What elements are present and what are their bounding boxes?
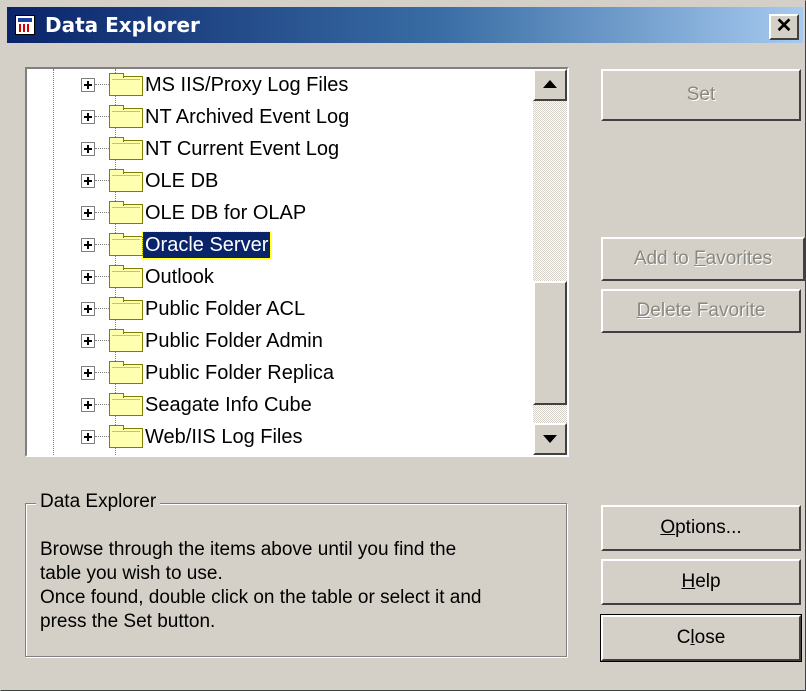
tree-item-label: NT Archived Event Log xyxy=(145,106,350,128)
tree-connector xyxy=(95,212,109,213)
tree-item-label: OLE DB for OLAP xyxy=(145,202,307,224)
tree-connector xyxy=(95,436,109,437)
folder-icon xyxy=(109,393,143,416)
expand-icon[interactable] xyxy=(81,398,95,412)
folder-icon xyxy=(109,297,143,320)
tree-connector xyxy=(95,84,109,85)
arrow-up-icon xyxy=(543,80,557,88)
folder-icon xyxy=(109,105,143,128)
info-text: Browse through the items above until you… xyxy=(40,538,560,634)
data-explorer-dialog: Data Explorer ✕ MS IIS/Proxy Log Files NT… xyxy=(0,0,806,691)
tree-connector xyxy=(95,404,109,405)
data-source-tree[interactable]: MS IIS/Proxy Log Files NT Archived Event … xyxy=(25,67,569,457)
folder-icon xyxy=(109,137,143,160)
tree-item[interactable]: Seagate Info Cube xyxy=(27,389,533,421)
tree-item[interactable]: OLE DB for OLAP xyxy=(27,197,533,229)
options-button[interactable]: Options... xyxy=(601,505,801,551)
help-mnemonic: H xyxy=(681,571,696,592)
tree-item[interactable]: Public Folder Admin xyxy=(27,325,533,357)
tree-connector xyxy=(95,116,109,117)
arrow-down-icon xyxy=(543,435,557,443)
folder-icon xyxy=(109,361,143,384)
expand-icon[interactable] xyxy=(81,206,95,220)
folder-icon xyxy=(109,169,143,192)
expand-icon[interactable] xyxy=(81,110,95,124)
info-line: table you wish to use. xyxy=(40,563,223,584)
tree-item-label: NT Current Event Log xyxy=(145,138,340,160)
tree-connector xyxy=(95,148,109,149)
tree-connector xyxy=(95,276,109,277)
delete-favorite-label: elete Favorite xyxy=(650,300,766,321)
expand-icon[interactable] xyxy=(81,270,95,284)
expand-icon[interactable] xyxy=(81,78,95,92)
close-window-button[interactable]: ✕ xyxy=(769,14,799,40)
expand-icon[interactable] xyxy=(81,366,95,380)
tree-item-label: MS IIS/Proxy Log Files xyxy=(145,74,349,96)
expand-icon[interactable] xyxy=(81,430,95,444)
tree-scrollbar[interactable] xyxy=(533,69,567,455)
tree-item-label: Public Folder Replica xyxy=(145,362,334,384)
tree-item-label: Public Folder Admin xyxy=(145,330,323,352)
close-label-suffix: ose xyxy=(694,627,726,648)
folder-icon xyxy=(109,265,143,288)
set-button[interactable]: Set xyxy=(601,69,801,121)
tree-connector xyxy=(95,244,109,245)
app-icon xyxy=(15,15,35,35)
tree-item[interactable]: MS IIS/Proxy Log Files xyxy=(27,69,533,101)
help-button[interactable]: Help xyxy=(601,559,801,605)
info-line: press the Set button. xyxy=(40,611,216,632)
set-button-label: Set xyxy=(686,84,716,105)
info-group-title: Data Explorer xyxy=(36,490,161,514)
tree-item-label: Public Folder ACL xyxy=(145,298,306,320)
scroll-thumb[interactable] xyxy=(533,281,567,405)
folder-icon xyxy=(109,201,143,224)
tree-item-label: Outlook xyxy=(145,266,214,288)
tree-item[interactable]: Outlook xyxy=(27,261,533,293)
tree-item-label: Web/IIS Log Files xyxy=(145,426,303,448)
help-label: elp xyxy=(695,571,721,592)
tree-item[interactable]: OLE DB xyxy=(27,165,533,197)
folder-icon xyxy=(109,425,143,448)
folder-icon xyxy=(109,233,143,256)
tree-item[interactable]: Oracle Server xyxy=(27,229,533,261)
add-to-favorites-label-suffix: avorites xyxy=(705,248,773,269)
tree-connector xyxy=(95,308,109,309)
folder-icon xyxy=(109,329,143,352)
tree-item-label: Seagate Info Cube xyxy=(145,394,312,416)
title-bar[interactable]: Data Explorer ✕ xyxy=(7,7,803,43)
tree-viewport: MS IIS/Proxy Log Files NT Archived Event … xyxy=(27,69,533,455)
expand-icon[interactable] xyxy=(81,174,95,188)
tree-connector xyxy=(95,372,109,373)
scroll-up-button[interactable] xyxy=(533,69,567,101)
tree-item[interactable]: NT Current Event Log xyxy=(27,133,533,165)
expand-icon[interactable] xyxy=(81,334,95,348)
add-to-favorites-button[interactable]: Add to Favorites xyxy=(601,237,805,281)
folder-icon xyxy=(109,73,143,96)
tree-item-label: OLE DB xyxy=(145,170,219,192)
tree-item[interactable]: Web/IIS Log Files xyxy=(27,421,533,453)
close-button[interactable]: Close xyxy=(600,614,802,662)
close-icon: ✕ xyxy=(775,15,793,37)
add-to-favorites-label-prefix: Add to xyxy=(633,248,695,269)
window-title: Data Explorer xyxy=(45,13,200,37)
tree-item[interactable]: Public Folder Replica xyxy=(27,357,533,389)
info-line: Browse through the items above until you… xyxy=(40,539,457,560)
tree-item[interactable]: NT Archived Event Log xyxy=(27,101,533,133)
close-label-prefix: C xyxy=(676,627,691,648)
delete-favorite-mnemonic: D xyxy=(636,300,651,321)
tree-item[interactable]: Public Folder ACL xyxy=(27,293,533,325)
options-label: ptions... xyxy=(675,517,742,538)
info-group: Data Explorer Browse through the items a… xyxy=(25,490,567,657)
scroll-down-button[interactable] xyxy=(533,423,567,455)
tree-item-label: Oracle Server xyxy=(141,231,272,259)
options-mnemonic: O xyxy=(660,517,676,538)
add-to-favorites-mnemonic: F xyxy=(694,248,706,269)
expand-icon[interactable] xyxy=(81,142,95,156)
info-line: Once found, double click on the table or… xyxy=(40,587,482,608)
expand-icon[interactable] xyxy=(81,238,95,252)
tree-connector xyxy=(95,180,109,181)
tree-connector xyxy=(95,340,109,341)
expand-icon[interactable] xyxy=(81,302,95,316)
delete-favorite-button[interactable]: Delete Favorite xyxy=(601,289,801,333)
